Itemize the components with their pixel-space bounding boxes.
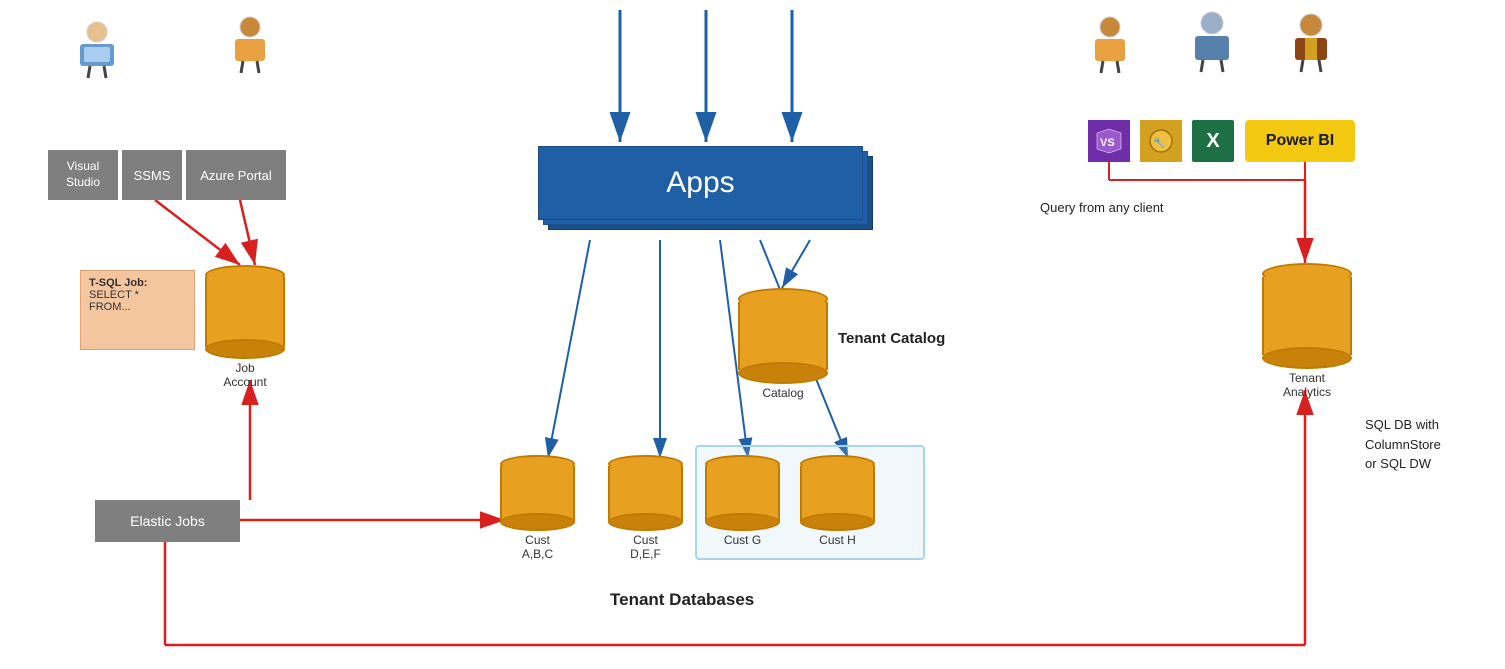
job-account-cylinder: JobAccount: [205, 265, 285, 389]
cust-abc-label: CustA,B,C: [522, 533, 553, 561]
person-analyst2: [1185, 10, 1240, 75]
apps-stack: Apps: [538, 146, 873, 241]
diagram-container: VisualStudio SSMS Azure Portal T-SQL Job…: [0, 0, 1505, 669]
cust-def-label: CustD,E,F: [630, 533, 661, 561]
cyl-mid-analytics: [1262, 277, 1352, 355]
tenant-analytics-label: TenantAnalytics: [1283, 371, 1331, 399]
cust-h-cylinder: Cust H: [800, 455, 875, 547]
query-label: Query from any client: [1040, 200, 1164, 215]
cyl-bot-abc: [500, 513, 575, 531]
cyl-bot-job: [205, 339, 285, 359]
visual-studio-box: VisualStudio: [48, 150, 118, 200]
cust-abc-cylinder: CustA,B,C: [500, 455, 575, 561]
sql-db-label: SQL DB withColumnStoreor SQL DW: [1365, 415, 1441, 474]
person-analyst1: [1085, 15, 1135, 75]
svg-text:VS: VS: [1100, 137, 1115, 149]
tenant-catalog-label: Tenant Catalog: [838, 330, 945, 347]
cust-h-label: Cust H: [819, 533, 856, 547]
person-dev1: [72, 20, 122, 80]
tsql-line2: FROM...: [89, 301, 131, 313]
cyl-mid-catalog: [738, 302, 828, 370]
cust-g-label: Cust G: [724, 533, 761, 547]
job-account-label: JobAccount: [223, 361, 266, 389]
cyl-bot-h: [800, 513, 875, 531]
cyl-bot-analytics: [1262, 347, 1352, 369]
excel-label: X: [1206, 130, 1219, 153]
svg-text:🔧: 🔧: [1153, 136, 1165, 149]
person-analyst3: [1285, 12, 1337, 74]
ssdt-tool-icon: 🔧: [1140, 120, 1182, 162]
apps-layer-front: Apps: [538, 146, 863, 220]
catalog-label: Catalog: [762, 386, 803, 400]
person-dev2: [225, 15, 275, 75]
cust-g-cylinder: Cust G: [705, 455, 780, 547]
tsql-job-box: T-SQL Job: SELECT * FROM...: [80, 270, 195, 350]
apps-label: Apps: [666, 166, 734, 200]
cyl-bot-catalog: [738, 362, 828, 384]
tenant-analytics-cylinder: TenantAnalytics: [1262, 263, 1352, 399]
tsql-line1: SELECT *: [89, 289, 139, 301]
cyl-bot-g: [705, 513, 780, 531]
tenant-databases-label: Tenant Databases: [610, 590, 754, 610]
power-bi-tool-icon: Power BI: [1245, 120, 1355, 162]
catalog-cylinder: Catalog: [738, 288, 828, 400]
tsql-title: T-SQL Job:: [89, 277, 147, 289]
power-bi-label: Power BI: [1266, 132, 1334, 150]
cyl-bot-def: [608, 513, 683, 531]
azure-portal-box: Azure Portal: [186, 150, 286, 200]
excel-tool-icon: X: [1192, 120, 1234, 162]
vs-tool-icon: VS: [1088, 120, 1130, 162]
cyl-mid-job: [205, 277, 285, 347]
elastic-jobs-label: Elastic Jobs: [130, 513, 205, 529]
cust-def-cylinder: CustD,E,F: [608, 455, 683, 561]
elastic-jobs-box: Elastic Jobs: [95, 500, 240, 542]
ssms-box: SSMS: [122, 150, 182, 200]
